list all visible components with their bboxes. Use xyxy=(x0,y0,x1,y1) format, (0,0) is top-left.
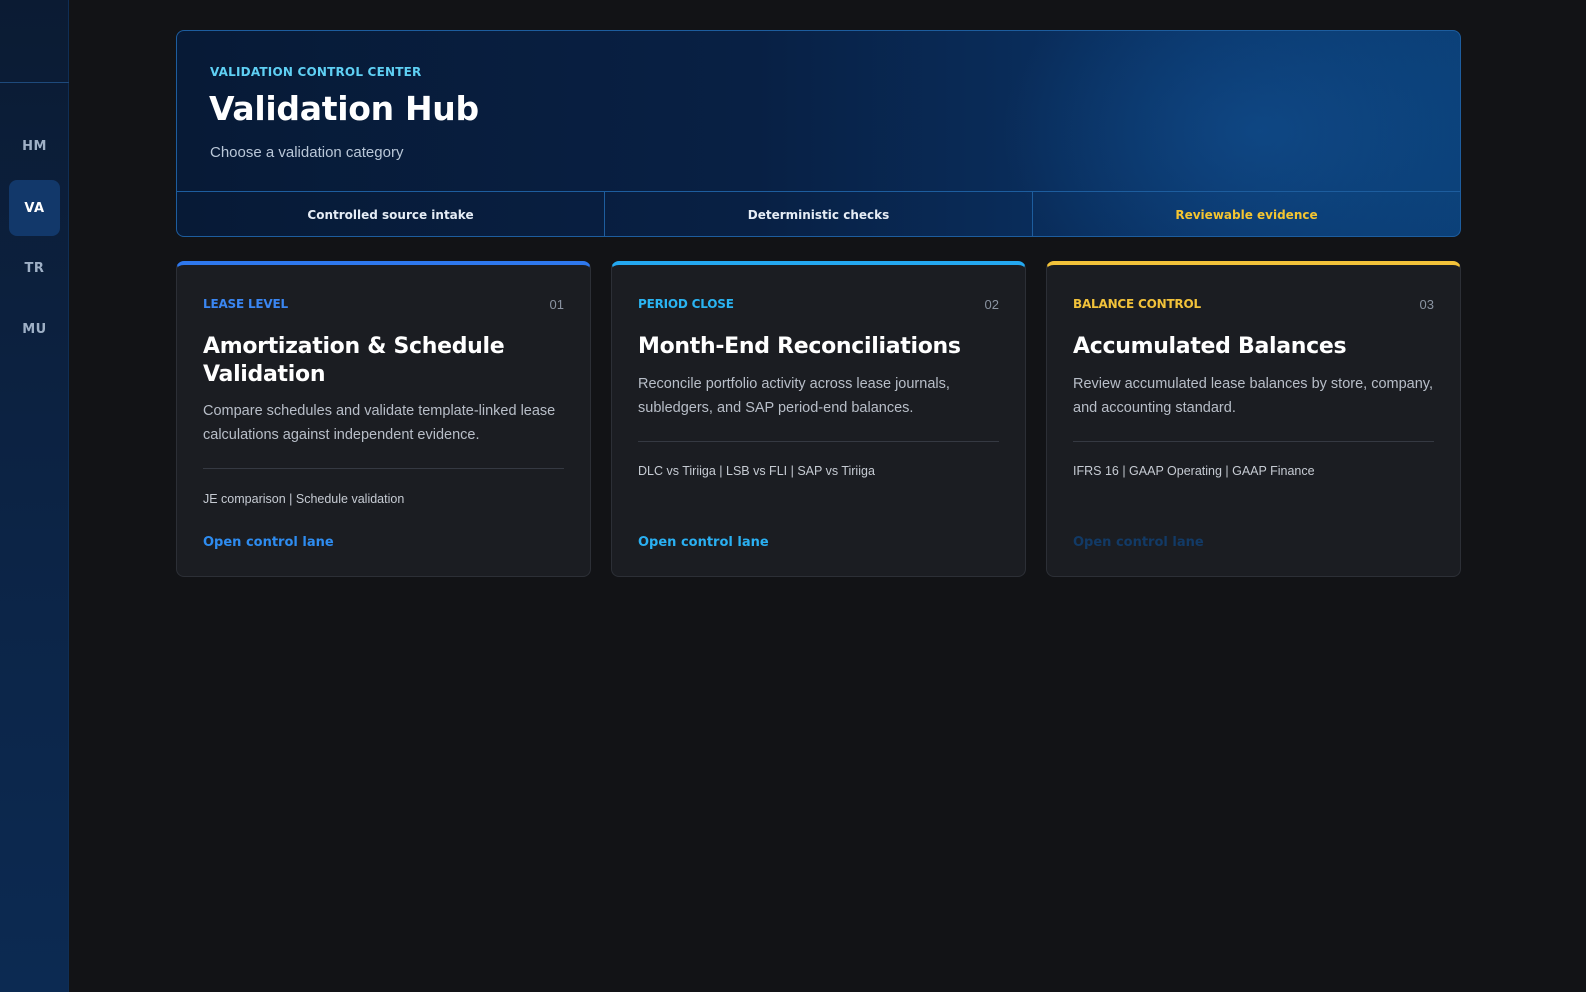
card-divider xyxy=(638,441,999,442)
sidebar-divider xyxy=(0,82,69,83)
card-kicker: BALANCE CONTROL xyxy=(1073,297,1201,311)
sidebar-item-va[interactable]: VA xyxy=(9,180,60,236)
sidebar-item-tr[interactable]: TR xyxy=(9,240,60,296)
page-title: Validation Hub xyxy=(209,89,479,128)
card-kicker: PERIOD CLOSE xyxy=(638,297,734,311)
card-kicker: LEASE LEVEL xyxy=(203,297,288,311)
sidebar-item-hm[interactable]: HM xyxy=(9,118,60,174)
card-number: 01 xyxy=(549,297,564,312)
card-title: Month-End Reconciliations xyxy=(638,334,961,359)
feature-reviewable-evidence: Reviewable evidence xyxy=(1175,208,1318,222)
card-divider xyxy=(203,468,564,469)
category-card-balance-control[interactable]: BALANCE CONTROL 03 Accumulated Balances … xyxy=(1046,261,1461,577)
card-title: Accumulated Balances xyxy=(1073,334,1347,359)
page-subtitle: Choose a validation category xyxy=(210,144,404,161)
sidebar: HM VA TR MU xyxy=(0,0,69,992)
card-tags: JE comparison | Schedule validation xyxy=(203,492,405,506)
card-description: Reconcile portfolio activity across leas… xyxy=(638,376,950,416)
card-tags: IFRS 16 | GAAP Operating | GAAP Finance xyxy=(1073,464,1315,478)
hero-feature-bar: Controlled source intake Deterministic c… xyxy=(177,191,1460,236)
card-title: Amortization & Schedule Validation xyxy=(203,334,505,387)
open-control-lane-link[interactable]: Open control lane xyxy=(203,535,334,550)
sidebar-item-mu[interactable]: MU xyxy=(9,301,60,357)
main-content: VALIDATION CONTROL CENTER Validation Hub… xyxy=(69,0,1586,992)
feature-deterministic-checks: Deterministic checks xyxy=(605,192,1033,236)
hero-eyebrow: VALIDATION CONTROL CENTER xyxy=(210,65,422,79)
open-control-lane-link[interactable]: Open control lane xyxy=(1073,535,1204,550)
card-description: Compare schedules and validate template-… xyxy=(203,403,556,443)
card-description: Review accumulated lease balances by sto… xyxy=(1073,376,1434,416)
card-number: 03 xyxy=(1419,297,1434,312)
category-card-lease-level[interactable]: LEASE LEVEL 01 Amortization & Schedule V… xyxy=(176,261,591,577)
card-divider xyxy=(1073,441,1434,442)
category-card-period-close[interactable]: PERIOD CLOSE 02 Month-End Reconciliation… xyxy=(611,261,1026,577)
card-tags: DLC vs Tiriiga | LSB vs FLI | SAP vs Tir… xyxy=(638,464,875,478)
open-control-lane-link[interactable]: Open control lane xyxy=(638,535,769,550)
feature-controlled-source-intake: Controlled source intake xyxy=(177,192,605,236)
hero-banner: VALIDATION CONTROL CENTER Validation Hub… xyxy=(176,30,1461,237)
card-number: 02 xyxy=(984,297,999,312)
